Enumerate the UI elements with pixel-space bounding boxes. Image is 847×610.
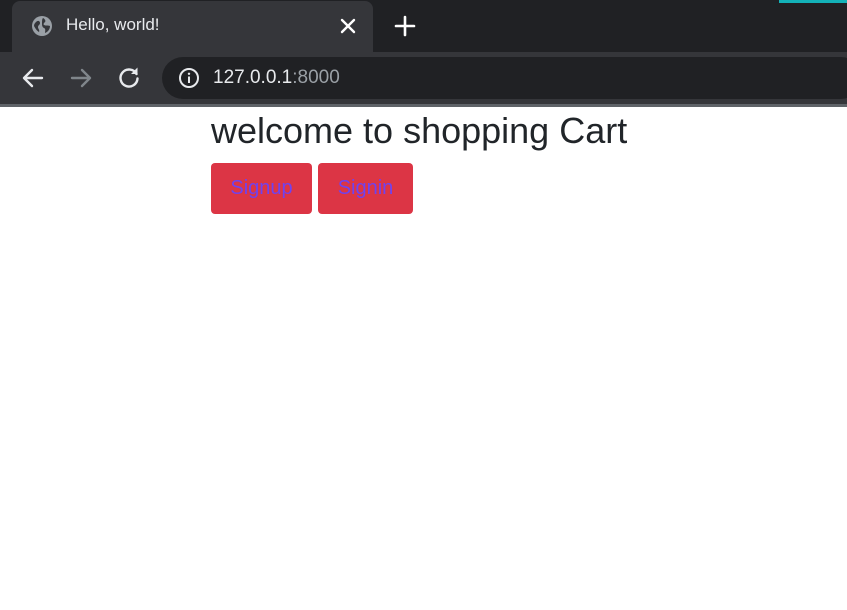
page-content: welcome to shopping Cart Signup Signin [0,107,847,610]
tab-title: Hello, world! [66,15,160,34]
page-title: welcome to shopping Cart [211,110,628,151]
reload-icon [119,67,139,88]
tab-strip: Hello, world! [0,0,847,52]
tab-active[interactable]: Hello, world! [12,1,373,52]
accent-line [779,0,847,3]
signin-button[interactable]: Signin [318,163,413,214]
new-tab-button[interactable] [392,13,418,39]
plus-icon [394,15,416,37]
address-bar[interactable]: 127.0.0.1:8000 [162,57,847,99]
browser-window: Hello, world! 127.0.0.1:8000 welcome to … [0,0,847,610]
info-icon[interactable] [178,67,200,89]
back-button[interactable] [20,65,46,91]
signup-button[interactable]: Signup [211,163,312,214]
arrow-right-icon [70,68,92,88]
url-port: :8000 [292,67,340,88]
globe-icon [31,15,53,37]
url-host: 127.0.0.1 [213,67,293,88]
arrow-left-icon [22,68,44,88]
close-icon[interactable] [337,15,359,37]
forward-button[interactable] [68,65,94,91]
toolbar: 127.0.0.1:8000 [0,52,847,104]
url-text[interactable]: 127.0.0.1:8000 [213,67,340,89]
reload-button[interactable] [116,65,142,91]
